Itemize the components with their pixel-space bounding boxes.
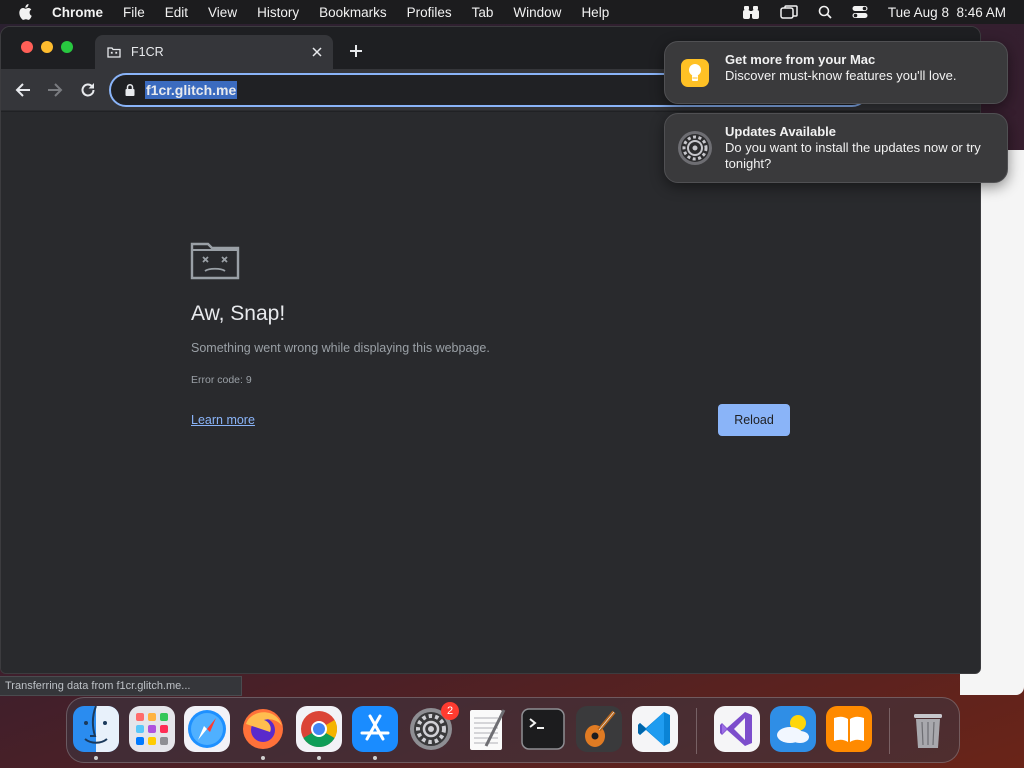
dock-books-icon[interactable] — [826, 706, 872, 752]
dock-separator — [889, 708, 890, 754]
notification-title: Get more from your Mac — [725, 52, 876, 67]
notification-updates[interactable]: Updates Available Do you want to install… — [664, 113, 1008, 183]
dock-visual-studio-icon[interactable] — [714, 706, 760, 752]
dock-chrome-icon[interactable] — [296, 706, 342, 752]
reload-button[interactable]: Reload — [718, 404, 790, 436]
notification-title: Updates Available — [725, 124, 837, 139]
close-tab-icon[interactable] — [309, 44, 325, 60]
dock-launchpad-icon[interactable] — [129, 706, 175, 752]
menu-window[interactable]: Window — [513, 5, 561, 20]
reload-icon[interactable] — [78, 80, 98, 100]
dock-firefox-icon[interactable] — [240, 706, 286, 752]
notification-body: Discover must-know features you'll love. — [725, 68, 957, 83]
dock-app-store-icon[interactable] — [352, 706, 398, 752]
menu-help[interactable]: Help — [581, 5, 609, 20]
dock-separator — [696, 708, 697, 754]
learn-more-link[interactable]: Learn more — [191, 413, 255, 427]
menu-history[interactable]: History — [257, 5, 299, 20]
tips-lightbulb-icon — [677, 55, 713, 91]
screen-mirror-icon[interactable] — [780, 5, 798, 19]
menu-profiles[interactable]: Profiles — [407, 5, 452, 20]
error-message: Something went wrong while displaying th… — [191, 341, 490, 355]
close-window-button[interactable] — [21, 41, 33, 53]
menu-bookmarks[interactable]: Bookmarks — [319, 5, 387, 20]
menu-tab[interactable]: Tab — [472, 5, 494, 20]
back-arrow-icon[interactable] — [13, 80, 33, 100]
minimize-window-button[interactable] — [41, 41, 53, 53]
error-title: Aw, Snap! — [191, 302, 286, 325]
tab-title: F1CR — [131, 45, 164, 59]
dock-running-indicator — [261, 756, 265, 760]
menubar-clock[interactable]: Tue Aug 8 8:46 AM — [888, 5, 1006, 20]
dock — [66, 697, 960, 763]
menu-bar: Chrome File Edit View History Bookmarks … — [0, 0, 1024, 24]
dock-weather-icon[interactable] — [770, 706, 816, 752]
system-settings-gear-icon — [677, 130, 713, 166]
error-page: Aw, Snap! Something went wrong while dis… — [1, 112, 980, 673]
tab-f1cr[interactable]: F1CR — [95, 35, 333, 69]
dock-terminal-icon[interactable] — [520, 706, 566, 752]
zoom-window-button[interactable] — [61, 41, 73, 53]
sad-tab-favicon-icon — [107, 45, 121, 59]
forward-arrow-icon[interactable] — [45, 80, 65, 100]
notification-tips[interactable]: Get more from your Mac Discover must-kno… — [664, 41, 1008, 104]
url-text[interactable]: f1cr.glitch.me — [145, 81, 238, 99]
dock-running-indicator — [94, 756, 98, 760]
dock-safari-icon[interactable] — [184, 706, 230, 752]
menu-file[interactable]: File — [123, 5, 145, 20]
system-settings-badge: 2 — [441, 702, 459, 720]
dock-running-indicator — [317, 756, 321, 760]
dock-garageband-icon[interactable] — [576, 706, 622, 752]
error-code: Error code: 9 — [191, 374, 252, 386]
lock-icon[interactable] — [123, 83, 137, 97]
binoculars-icon[interactable] — [742, 4, 760, 20]
dock-vscode-icon[interactable] — [632, 706, 678, 752]
spotlight-search-icon[interactable] — [818, 5, 832, 19]
menu-edit[interactable]: Edit — [165, 5, 188, 20]
menu-app-name[interactable]: Chrome — [52, 5, 103, 20]
dock-textedit-icon[interactable] — [464, 706, 510, 752]
dock-trash-icon[interactable] — [905, 706, 951, 752]
dock-running-indicator — [373, 756, 377, 760]
status-bubble: Transferring data from f1cr.glitch.me... — [0, 676, 242, 696]
control-center-icon[interactable] — [852, 5, 868, 19]
dock-finder-icon[interactable] — [73, 706, 119, 752]
menu-view[interactable]: View — [208, 5, 237, 20]
notification-body: Do you want to install the updates now o… — [725, 140, 981, 171]
new-tab-plus-icon[interactable] — [347, 42, 365, 60]
sad-tab-icon — [190, 240, 240, 280]
apple-menu-icon[interactable] — [18, 0, 36, 24]
